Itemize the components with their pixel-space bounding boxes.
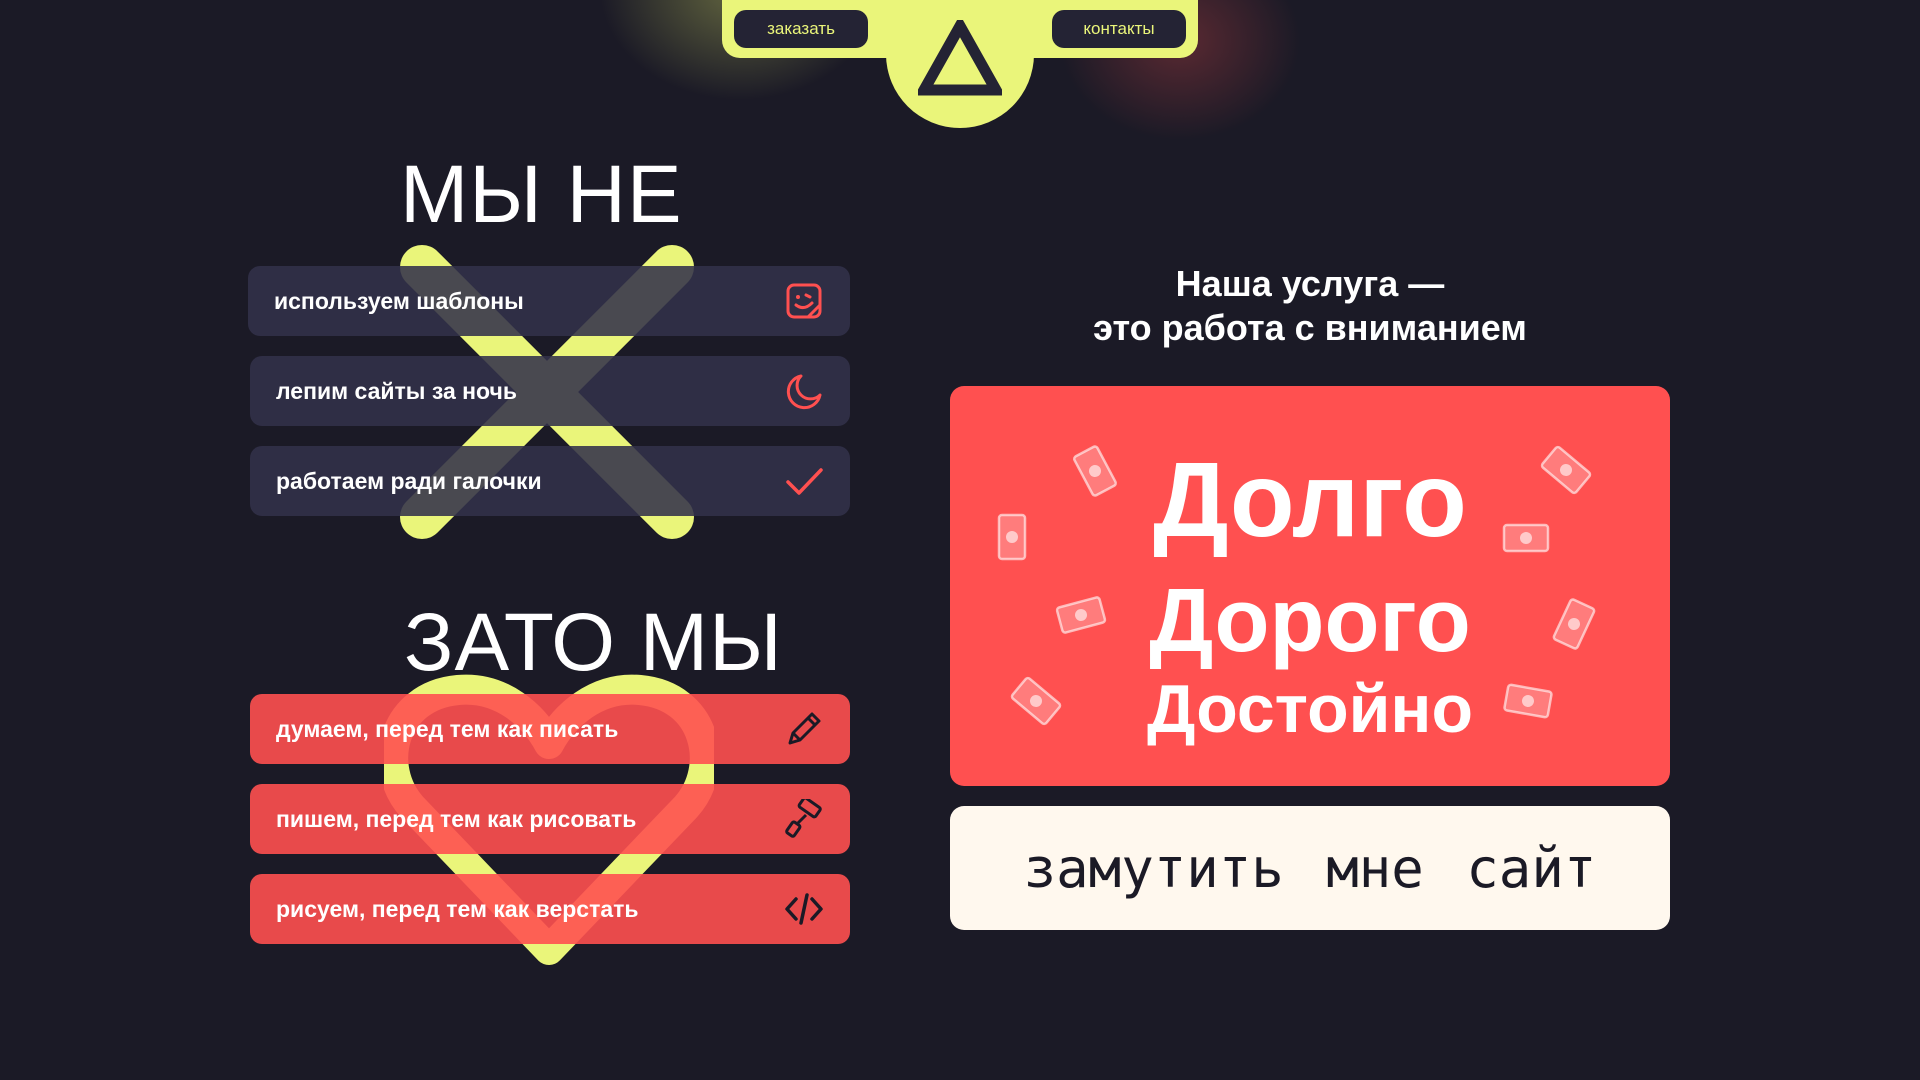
triangle-logo-icon[interactable]	[918, 20, 1002, 96]
not-item-label: лепим сайты за ночь	[276, 377, 518, 404]
card-line-expensive: Дорого	[1149, 571, 1471, 671]
card-line-long: Долго	[1153, 441, 1467, 559]
but-item-label: пишем, перед тем как рисовать	[276, 805, 637, 832]
sticker-face-icon	[784, 281, 824, 321]
contacts-button[interactable]: контакты	[1052, 10, 1186, 48]
not-item-templates[interactable]: используем шаблоны	[248, 266, 850, 336]
pencil-icon	[784, 709, 824, 749]
moon-icon	[784, 371, 824, 411]
but-item-think[interactable]: думаем, перед тем как писать	[250, 694, 850, 764]
order-button[interactable]: заказать	[734, 10, 868, 48]
but-item-label: рисуем, перед тем как верстать	[276, 895, 639, 922]
code-icon	[784, 889, 824, 929]
but-section-title: ЗАТО МЫ	[404, 597, 783, 688]
paint-roller-icon	[784, 799, 824, 839]
not-item-label: используем шаблоны	[274, 287, 524, 314]
not-section-title: МЫ НЕ	[400, 149, 683, 240]
but-item-write[interactable]: пишем, перед тем как рисовать	[250, 784, 850, 854]
not-item-checkbox[interactable]: работаем ради галочки	[250, 446, 850, 516]
but-item-draw[interactable]: рисуем, перед тем как верстать	[250, 874, 850, 944]
card-line-worthy: Достойно	[1146, 671, 1474, 747]
not-item-overnight[interactable]: лепим сайты за ночь	[250, 356, 850, 426]
service-caption: Наша услуга — это работа с вниманием	[1000, 262, 1620, 350]
make-site-button[interactable]: замутить мне сайт	[950, 806, 1670, 930]
but-item-label: думаем, перед тем как писать	[276, 715, 619, 742]
not-item-label: работаем ради галочки	[276, 467, 542, 494]
service-caption-line: Наша услуга —	[1175, 263, 1445, 304]
checkmark-icon	[784, 461, 824, 501]
service-caption-line: это работа с вниманием	[1093, 307, 1527, 348]
